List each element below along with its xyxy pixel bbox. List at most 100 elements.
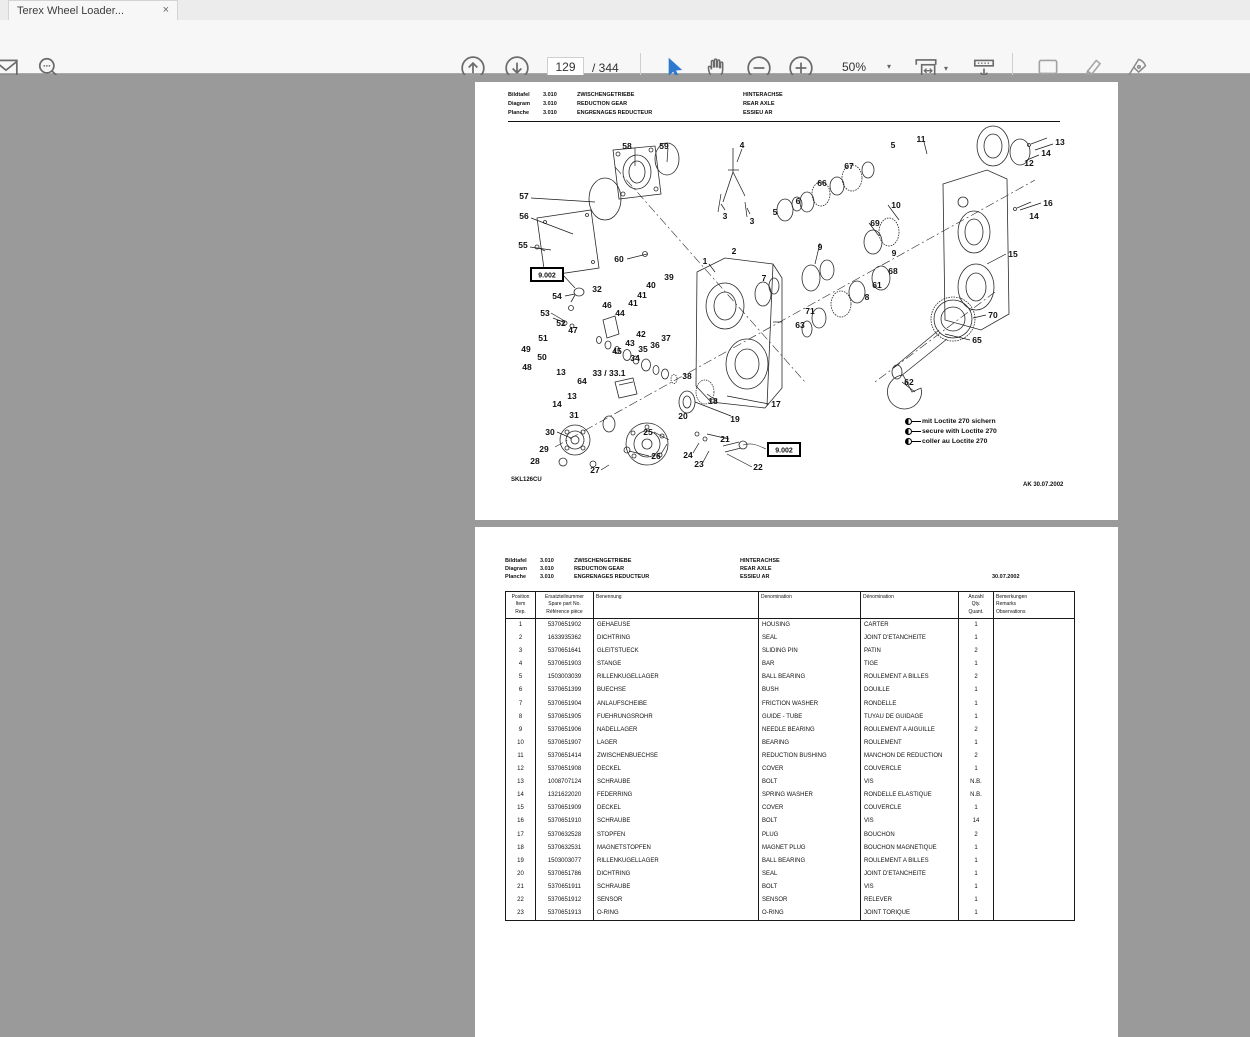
- table-row: 1 5370651902 GEHAEUSE HOUSING CARTER 1: [506, 619, 1074, 633]
- table-cell: 7: [506, 697, 536, 711]
- table-cell: RONDELLE: [861, 697, 959, 711]
- table-cell: [994, 881, 1074, 894]
- table-cell: 5370651908: [536, 763, 594, 777]
- table-cell: 10: [506, 736, 536, 750]
- table-cell: [994, 632, 1074, 645]
- table-cell: 5370632528: [536, 828, 594, 842]
- table-cell: [994, 684, 1074, 697]
- table-cell: 5370651399: [536, 684, 594, 698]
- table-cell: 1: [959, 841, 994, 855]
- table-row: 21 5370651911 SCHRAUBE BOLT VIS 1: [506, 880, 1074, 894]
- table-cell: [994, 789, 1074, 802]
- table-cell: MANCHON DE REDUCTION: [861, 749, 959, 764]
- table-row: 10 5370651907 LAGER BEARING ROULEMENT 1: [506, 736, 1074, 750]
- table-cell: [994, 829, 1074, 842]
- tab-close-icon[interactable]: ×: [163, 5, 169, 16]
- callout-number: 31: [569, 410, 579, 420]
- table-cell: [994, 802, 1074, 815]
- table-cell: DECKEL: [594, 763, 759, 777]
- callout-number: 46: [602, 300, 612, 310]
- document-viewer[interactable]: Bildtafel 3.010 ZWISCHENGETRIEBE HINTERA…: [0, 75, 1250, 1037]
- callout-number: 47: [568, 325, 578, 335]
- half-filled-circle-icon: [905, 437, 912, 445]
- table-cell: VIS: [861, 815, 959, 829]
- callout-number: 15: [1008, 249, 1018, 259]
- callout-number: 40: [646, 280, 656, 290]
- table-cell: 5370651910: [536, 815, 594, 829]
- callout-leader-line: [692, 442, 700, 454]
- legend-row: secure with Loctite 270: [905, 426, 997, 436]
- table-cell: 1: [959, 880, 994, 894]
- table-cell: DECKEL: [594, 802, 759, 816]
- callout-number: 34: [630, 353, 640, 363]
- table-cell: 5370651913: [536, 907, 594, 921]
- callout-number: 68: [888, 266, 898, 276]
- table-cell: 9: [506, 723, 536, 737]
- table-cell: 14: [506, 789, 536, 803]
- callout-number: 3: [723, 211, 728, 221]
- callout-number: 13: [556, 367, 566, 377]
- table-cell: SLIDING PIN: [759, 645, 861, 659]
- table-cell: 21: [506, 880, 536, 894]
- callout-leader-line: [726, 453, 753, 468]
- callout-number: 1: [703, 256, 708, 266]
- table-cell: SEAL: [759, 867, 861, 881]
- table-cell: 8: [506, 710, 536, 724]
- drawing-code: SKL126CU: [511, 477, 542, 483]
- table-cell: 2: [959, 828, 994, 842]
- callout-number: 62: [904, 377, 914, 387]
- table-cell: BALL BEARING: [759, 854, 861, 868]
- table-cell: JOINT TORIQUE: [861, 907, 959, 921]
- table-cell: 1: [959, 907, 994, 921]
- callout-leader-line: [562, 274, 576, 289]
- column-header: Denomination: [759, 592, 861, 618]
- table-cell: ROULEMENT A BILLES: [861, 671, 959, 685]
- callout-number: 43: [625, 338, 635, 348]
- table-cell: 1: [959, 867, 994, 881]
- table-row: 23 5370651913 O-RING O-RING JOINT TORIQUE 1: [506, 907, 1074, 921]
- document-tab[interactable]: Terex Wheel Loader... ×: [8, 0, 178, 20]
- callout-leader-line: [708, 263, 716, 273]
- table-cell: 1: [959, 802, 994, 816]
- table-row: 19 1503003077 RILLENKUGELLAGER BALL BEARING…: [506, 854, 1074, 868]
- callout-number: 14: [1041, 148, 1051, 158]
- callout-number: 58: [622, 141, 632, 151]
- callout-leader-line: [1019, 202, 1042, 211]
- callout-number: 18: [708, 396, 718, 406]
- pdf-page-diagram: Bildtafel 3.010 ZWISCHENGETRIEBE HINTERA…: [475, 82, 1118, 520]
- callout-number: 63: [795, 320, 805, 330]
- callout-number: 14: [552, 399, 562, 409]
- table-cell: 23: [506, 907, 536, 921]
- table-cell: 19: [506, 854, 536, 868]
- callout-number: 4: [740, 140, 745, 150]
- table-cell: [994, 868, 1074, 881]
- acrobat-window: { "browser": { "tab_title": "Terex Wheel…: [0, 0, 1250, 1037]
- table-cell: 2: [959, 645, 994, 659]
- callout-number: 13: [567, 391, 577, 401]
- table-cell: JOINT D'ETANCHEITE: [861, 867, 959, 881]
- callout-number: 2: [732, 246, 737, 256]
- callout-leader-line: [564, 293, 576, 297]
- table-cell: O-RING: [759, 907, 861, 921]
- parts-list-header: Bildtafel 3.010 ZWISCHENGETRIEBE HINTERA…: [505, 557, 1073, 585]
- table-row: 3 5370651641 GLEITSTUECK SLIDING PIN PATIN 2: [506, 645, 1074, 659]
- zoom-level-value: 50%: [842, 59, 867, 74]
- table-cell: 1503003077: [536, 854, 594, 868]
- table-row: 6 5370651399 BUECHSE BUSH DOUILLE 1: [506, 684, 1074, 698]
- parts-table-header-row: Position Item Rep. Ersatzteilnummer Spare pa…: [506, 592, 1074, 619]
- header-number: 3.010: [540, 574, 554, 580]
- half-filled-circle-icon: [905, 427, 912, 435]
- legend-row: mit Loctite 270 sichern: [905, 416, 997, 426]
- callout-number: 61: [872, 280, 882, 290]
- legend-text-fr: coller au Loctite 270: [922, 437, 988, 445]
- table-cell: DICHTRING: [594, 632, 759, 646]
- half-filled-circle-icon: [905, 417, 912, 425]
- table-cell: 1503003039: [536, 671, 594, 685]
- table-cell: SENSOR: [594, 893, 759, 908]
- callout-number: 53: [540, 308, 550, 318]
- table-cell: 17: [506, 828, 536, 842]
- callout-number: 70: [988, 310, 998, 320]
- table-cell: CARTER: [861, 619, 959, 633]
- callout-number: 24: [683, 450, 693, 460]
- column-header: Benennung: [594, 592, 759, 618]
